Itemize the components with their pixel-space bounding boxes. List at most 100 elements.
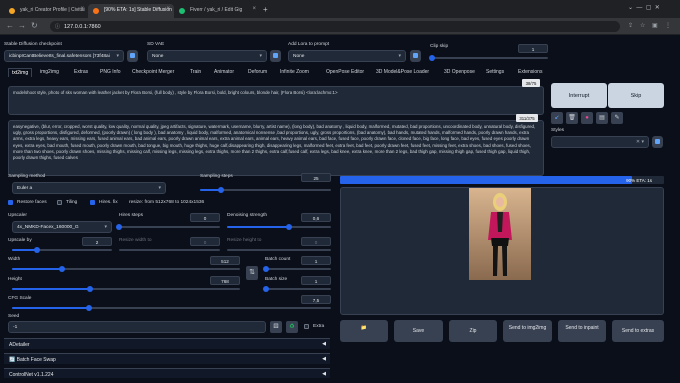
sampling-steps-slider[interactable] [200, 187, 331, 193]
lora-select[interactable]: None ▾ [288, 50, 406, 62]
refresh-lora-button[interactable] [410, 50, 421, 62]
height-input[interactable]: 768 [210, 276, 240, 285]
extra-seed-checkbox[interactable] [304, 324, 309, 329]
refresh-checkpoint-button[interactable] [127, 50, 138, 62]
sampling-steps-input[interactable]: 25 [301, 173, 331, 182]
extra-networks-icon[interactable]: ● [581, 112, 593, 124]
clipboard-icon[interactable]: ▤ [596, 112, 608, 124]
skip-button[interactable]: Skip [608, 83, 664, 108]
negative-prompt-input[interactable]: easynegative, (blur, error, cropped, wor… [8, 120, 544, 176]
upscaler-select[interactable]: 4x_NMKD-Facex_160000_G ▾ [12, 221, 112, 233]
back-icon[interactable]: ← [6, 22, 14, 30]
bookmark-icon[interactable]: ☆ [640, 22, 645, 30]
tab-img2img[interactable]: img2img [40, 69, 59, 75]
new-tab-button[interactable]: + [263, 5, 268, 14]
save-button[interactable]: Save [394, 320, 443, 342]
send-to-extras-button[interactable]: Send to extras [612, 320, 664, 342]
browser-tab-stable-diffusion[interactable]: [90% ETA: 1s] Stable Diffusion × [88, 4, 174, 18]
cfg-scale-slider[interactable] [12, 305, 331, 311]
close-tab-icon[interactable]: × [166, 6, 170, 12]
close-tab-icon[interactable]: × [252, 6, 256, 12]
clip-skip-input[interactable]: 1 [518, 44, 548, 53]
apply-styles-button[interactable] [652, 136, 663, 148]
swap-dimensions-icon[interactable]: ⇅ [246, 266, 258, 280]
browser-tab-civitai[interactable]: yak_ri Creator Profile | Civitai × [4, 4, 88, 18]
checkpoint-select[interactable]: icbinpICantBelieveIts_final.safetensors … [4, 50, 124, 62]
tab-train[interactable]: Train [190, 69, 201, 75]
height-slider[interactable] [12, 286, 240, 292]
send-to-inpaint-button[interactable]: Send to inpaint [558, 320, 606, 342]
upscale-by-thumb[interactable] [34, 247, 40, 253]
batch-face-swap-accordion[interactable]: 🔄 Batch Face Swap ◀ [4, 353, 330, 364]
restore-faces-checkbox[interactable] [8, 200, 13, 205]
batch-count-slider[interactable] [263, 266, 331, 272]
zip-button[interactable]: Zip [449, 320, 497, 342]
adetailer-accordion[interactable]: ADetailer ◀ [4, 338, 330, 349]
tiling-checkbox[interactable] [57, 200, 62, 205]
prompt-input[interactable]: modelshoot style, photo of sks woman wit… [8, 86, 544, 115]
hires-steps-slider[interactable] [116, 224, 220, 230]
tab-3d-model-pose-loader[interactable]: 3D Model&Pose Loader [376, 69, 429, 75]
resize-height-input[interactable]: 0 [301, 237, 331, 246]
seed-input[interactable]: -1 [8, 321, 266, 333]
tab-infinite-zoom[interactable]: Infinite Zoom [280, 69, 309, 75]
extensions-icon[interactable]: ▣ [652, 22, 658, 30]
batch-size-slider[interactable] [263, 286, 331, 292]
tab-txt2img[interactable]: txt2img [8, 68, 33, 77]
styles-select[interactable]: ✕ ▾ [551, 136, 649, 148]
open-folder-button[interactable]: 📁 [340, 320, 388, 342]
url-field[interactable]: ⓘ 127.0.0.1:7860 [50, 21, 620, 32]
hires-fix-checkbox[interactable] [90, 200, 95, 205]
batch-count-input[interactable]: 1 [301, 256, 331, 265]
tab-deforum[interactable]: Deforum [248, 69, 267, 75]
browser-tab-fiverr[interactable]: Fiverr / yak_ri / Edit Gig × [174, 4, 260, 18]
tab-png-info[interactable]: PNG Info [100, 69, 121, 75]
tab-checkpoint-merger[interactable]: Checkpoint Merger [132, 69, 174, 75]
reuse-seed-icon[interactable]: ♻ [286, 321, 298, 333]
tab-extras[interactable]: Extras [74, 69, 88, 75]
cfg-scale-input[interactable]: 7,5 [301, 295, 331, 304]
tab-animator[interactable]: Animator [214, 69, 234, 75]
hires-steps-input[interactable]: 0 [190, 213, 220, 222]
denoising-strength-slider[interactable] [227, 224, 331, 230]
resize-width-input[interactable]: 0 [190, 237, 220, 246]
hires-steps-thumb[interactable] [116, 224, 122, 230]
denoising-strength-input[interactable]: 0,6 [301, 213, 331, 222]
random-seed-icon[interactable]: ⚄ [270, 321, 282, 333]
tab-3d-openpose[interactable]: 3D Openpose [444, 69, 475, 75]
batch-size-thumb[interactable] [263, 286, 269, 292]
upscale-by-input[interactable]: 2 [82, 237, 112, 246]
close-tab-icon[interactable]: × [80, 6, 84, 12]
sampling-method-select[interactable]: Euler a ▾ [12, 182, 166, 194]
tab-openpose-editor[interactable]: OpenPose Editor [326, 69, 364, 75]
clip-skip-slider[interactable] [429, 55, 548, 61]
forward-icon[interactable]: → [18, 22, 26, 30]
menu-icon[interactable]: ⋮ [665, 22, 671, 30]
width-input[interactable]: 512 [210, 256, 240, 265]
batch-size-input[interactable]: 1 [301, 276, 331, 285]
vae-select[interactable]: None ▾ [147, 50, 267, 62]
controlnet-accordion[interactable]: ControlNet v1.1.224 ◀ [4, 368, 330, 378]
tab-extensions[interactable]: Extensions [518, 69, 542, 75]
interrupt-button[interactable]: Interrupt [551, 83, 607, 108]
refresh-vae-button[interactable] [270, 50, 281, 62]
generated-image[interactable] [469, 188, 531, 280]
resize-height-slider[interactable] [227, 249, 331, 251]
send-to-img2img-button[interactable]: Send to img2img [503, 320, 552, 342]
height-thumb[interactable] [86, 286, 93, 292]
denoising-strength-thumb[interactable] [286, 224, 293, 230]
read-params-icon[interactable]: ↙ [551, 112, 563, 124]
width-thumb[interactable] [59, 266, 66, 272]
upscale-by-slider[interactable] [12, 247, 112, 253]
clip-skip-thumb[interactable] [429, 55, 435, 61]
window-controls[interactable]: ⌄ — ▢ ✕ [628, 4, 660, 11]
trash-icon[interactable]: 🗑 [566, 112, 578, 124]
batch-count-thumb[interactable] [263, 266, 269, 272]
resize-width-slider[interactable] [119, 249, 220, 251]
cfg-scale-thumb[interactable] [85, 305, 92, 311]
share-icon[interactable]: ⇪ [628, 22, 633, 30]
width-slider[interactable] [12, 266, 240, 272]
reload-icon[interactable]: ↻ [31, 22, 38, 30]
tab-settings[interactable]: Settings [486, 69, 504, 75]
save-style-icon[interactable]: ✎ [611, 112, 623, 124]
